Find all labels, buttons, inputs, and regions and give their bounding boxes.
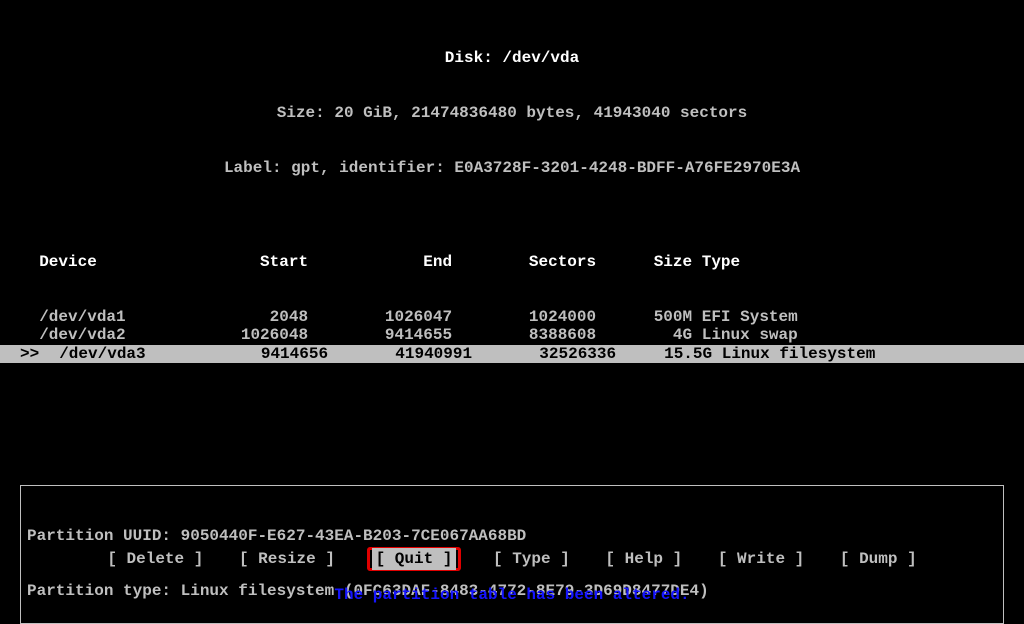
- type-button[interactable]: [ Type ]: [489, 548, 574, 570]
- write-button[interactable]: [ Write ]: [714, 548, 808, 570]
- partition-table: Device Start End Sectors Size Type /dev/…: [0, 216, 1024, 382]
- partition-uuid: Partition UUID: 9050440F-E627-43EA-B203-…: [27, 527, 997, 545]
- status-message: The partition table has been altered.: [0, 586, 1024, 604]
- partition-row[interactable]: /dev/vda1 2048 1026047 1024000 500M EFI …: [0, 308, 1024, 326]
- disk-size: Size: 20 GiB, 21474836480 bytes, 4194304…: [0, 104, 1024, 122]
- partition-row[interactable]: /dev/vda2 1026048 9414655 8388608 4G Lin…: [0, 326, 1024, 344]
- disk-label: Label: gpt, identifier: E0A3728F-3201-42…: [0, 159, 1024, 177]
- action-menu: [ Delete ] [ Resize ] [ Quit ] [ Type ] …: [0, 548, 1024, 570]
- resize-button[interactable]: [ Resize ]: [235, 548, 339, 570]
- selection-indicator: >>: [20, 345, 40, 363]
- partition-row-content: /dev/vda3 9414656 41940991 32526336 15.5…: [40, 345, 895, 363]
- dump-button[interactable]: [ Dump ]: [836, 548, 921, 570]
- partition-table-header: Device Start End Sectors Size Type: [0, 253, 1024, 271]
- disk-path: Disk: /dev/vda: [0, 49, 1024, 67]
- partition-row[interactable]: >> /dev/vda3 9414656 41940991 32526336 1…: [0, 345, 1024, 363]
- quit-highlight: [ Quit ]: [367, 547, 462, 571]
- delete-button[interactable]: [ Delete ]: [103, 548, 207, 570]
- disk-header: Disk: /dev/vda Size: 20 GiB, 21474836480…: [0, 0, 1024, 196]
- help-button[interactable]: [ Help ]: [601, 548, 686, 570]
- quit-button[interactable]: [ Quit ]: [372, 548, 457, 570]
